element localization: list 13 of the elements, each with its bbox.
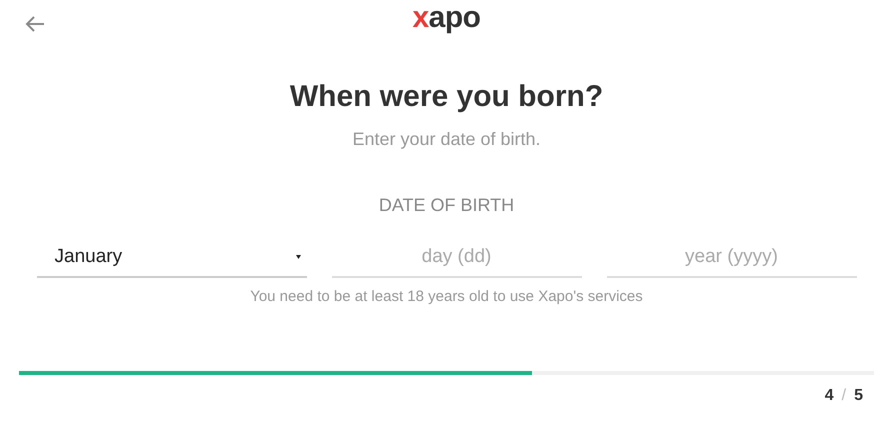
year-input[interactable]: year (yyyy) <box>606 238 856 278</box>
month-dropdown[interactable]: January <box>36 238 306 278</box>
logo: xapo <box>412 1 481 36</box>
back-arrow-icon[interactable] <box>25 15 45 33</box>
step-current: 4 <box>824 387 834 405</box>
step-total: 5 <box>854 387 863 405</box>
section-label: DATE OF BIRTH <box>378 195 514 216</box>
hint-text: You need to be at least 18 years old to use Xapo's services <box>250 288 643 305</box>
subtitle: Enter your date of birth. <box>352 129 541 150</box>
day-input[interactable]: day (dd) <box>332 238 582 278</box>
dropdown-caret-icon <box>296 255 300 259</box>
step-separator: / <box>842 387 846 405</box>
page-title: When were you born? <box>290 79 604 115</box>
